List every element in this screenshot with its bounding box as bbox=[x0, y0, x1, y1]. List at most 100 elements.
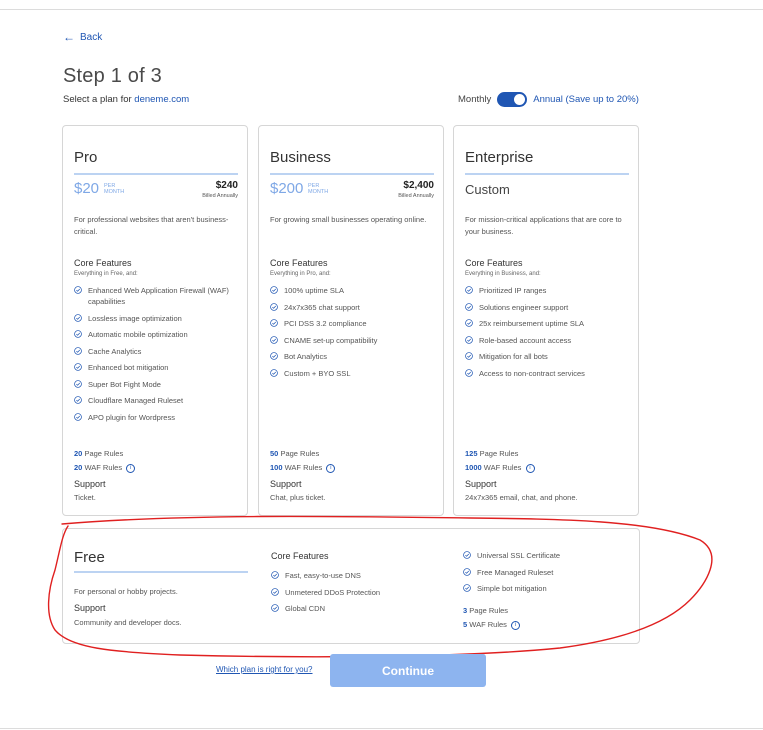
feature-item: Lossless image optimization bbox=[74, 313, 242, 324]
page-rules-label: Page Rules bbox=[469, 606, 509, 615]
feature-label: Lossless image optimization bbox=[88, 313, 182, 323]
feature-item: Unmetered DDoS Protection bbox=[271, 587, 441, 598]
plan-description: For mission-critical applications that a… bbox=[465, 215, 622, 236]
feature-item: Mitigation for all bots bbox=[465, 351, 633, 362]
subtitle-prefix: Select a plan for bbox=[63, 94, 135, 105]
core-features-subtitle: Everything in Pro, and: bbox=[270, 271, 331, 277]
feature-label: Automatic mobile optimization bbox=[88, 330, 188, 339]
check-circle-icon bbox=[74, 396, 82, 404]
back-label: Back bbox=[80, 31, 103, 43]
feature-item: 25x reimbursement uptime SLA bbox=[465, 318, 633, 329]
plan-card-free[interactable]: Free For personal or hobby projects. Sup… bbox=[62, 528, 640, 644]
feature-label: Fast, easy-to-use DNS bbox=[285, 571, 361, 580]
feature-label: Super Bot Fight Mode bbox=[88, 379, 161, 389]
rule-limits: 3 Page Rules 5 WAF Rules i bbox=[463, 604, 521, 632]
waf-rules-count: 5 bbox=[463, 620, 468, 629]
check-circle-icon bbox=[271, 604, 279, 612]
core-features-subtitle: Everything in Business, and: bbox=[465, 271, 541, 277]
page-rules: 50 Page Rules bbox=[270, 447, 335, 461]
monthly-label[interactable]: Monthly bbox=[458, 94, 491, 105]
feature-list: Enhanced Web Application Firewall (WAF) … bbox=[74, 285, 242, 428]
page-rules-count: 20 bbox=[74, 449, 83, 458]
price-unit: PER MONTH bbox=[104, 183, 124, 195]
annual-label[interactable]: Annual (Save up to 20%) bbox=[533, 94, 639, 105]
support-text: 24x7x365 email, chat, and phone. bbox=[465, 493, 578, 502]
plan-card-enterprise[interactable]: Enterprise Custom For mission-critical a… bbox=[453, 125, 639, 516]
arrow-left-icon: ← bbox=[63, 30, 75, 44]
feature-list: Universal SSL Certificate Free Managed R… bbox=[463, 550, 633, 600]
support-text: Chat, plus ticket. bbox=[270, 493, 326, 502]
switch-knob bbox=[514, 94, 526, 105]
check-circle-icon bbox=[465, 302, 473, 311]
which-plan-link[interactable]: Which plan is right for you? bbox=[216, 665, 313, 674]
check-circle-icon bbox=[270, 319, 278, 327]
price-unit: PER MONTH bbox=[308, 183, 328, 195]
info-icon[interactable]: i bbox=[326, 463, 336, 473]
feature-item: Free Managed Ruleset bbox=[463, 567, 633, 578]
feature-label: Enhanced bot mitigation bbox=[88, 363, 169, 372]
plan-card-business[interactable]: Business $200 PER MONTH $2,400 Billed Ann… bbox=[258, 125, 444, 516]
feature-item: Cloudflare Managed Ruleset bbox=[74, 395, 242, 406]
plan-card-pro[interactable]: Pro $20 PER MONTH $240 Billed Annually Fo… bbox=[62, 125, 248, 516]
feature-label: CNAME set-up compatibility bbox=[284, 335, 378, 345]
page-rules-label: Page Rules bbox=[280, 449, 320, 458]
rule-limits: 20 Page Rules 20 WAF Rules i bbox=[74, 447, 136, 475]
plan-divider bbox=[74, 571, 248, 573]
feature-label: Global CDN bbox=[285, 604, 326, 613]
check-circle-icon bbox=[463, 551, 471, 559]
info-icon[interactable]: i bbox=[525, 463, 535, 473]
plan-name: Pro bbox=[74, 149, 98, 166]
price-unit-month: MONTH bbox=[104, 189, 125, 195]
rule-limits: 125 Page Rules 1000 WAF Rules i bbox=[465, 447, 535, 475]
feature-item: Role-based account access bbox=[465, 335, 633, 346]
price-amount: $200 bbox=[270, 180, 304, 197]
info-icon[interactable]: i bbox=[511, 620, 521, 630]
feature-label: Mitigation for all bots bbox=[479, 352, 548, 361]
plan-name: Free bbox=[74, 549, 105, 566]
check-circle-icon bbox=[74, 330, 82, 338]
waf-rules: 1000 WAF Rules i bbox=[465, 461, 535, 475]
annual-price: $240 bbox=[215, 180, 238, 191]
feature-item: Fast, easy-to-use DNS bbox=[271, 570, 441, 581]
waf-rules-count: 100 bbox=[270, 463, 283, 472]
info-icon[interactable]: i bbox=[126, 463, 136, 473]
annual-note: Billed Annually bbox=[398, 193, 434, 199]
feature-label: Unmetered DDoS Protection bbox=[285, 587, 381, 597]
waf-rules-label: WAF Rules bbox=[84, 463, 123, 472]
check-circle-icon bbox=[463, 567, 471, 576]
feature-label: Role-based account access bbox=[479, 335, 572, 345]
feature-item: Universal SSL Certificate bbox=[463, 550, 633, 561]
page-rules-count: 3 bbox=[463, 606, 468, 615]
price-custom: Custom bbox=[465, 182, 510, 197]
billing-switch[interactable] bbox=[497, 92, 528, 107]
feature-label: Custom + BYO SSL bbox=[284, 368, 351, 378]
waf-rules-count: 1000 bbox=[465, 463, 482, 472]
feature-list: Fast, easy-to-use DNS Unmetered DDoS Pro… bbox=[271, 570, 441, 620]
feature-item: Access to non-contract services bbox=[465, 368, 633, 379]
check-circle-icon bbox=[270, 368, 278, 377]
check-circle-icon bbox=[270, 335, 278, 344]
waf-rules: 100 WAF Rules i bbox=[270, 461, 336, 475]
feature-label: Free Managed Ruleset bbox=[477, 567, 554, 577]
check-circle-icon bbox=[270, 352, 278, 360]
plan-name: Enterprise bbox=[465, 149, 534, 166]
page-subtitle: Select a plan for deneme.com bbox=[63, 94, 189, 105]
feature-label: 100% uptime SLA bbox=[284, 286, 345, 295]
support-title: Support bbox=[465, 479, 497, 489]
support-title: Support bbox=[74, 603, 106, 613]
price-row: $200 PER MONTH $2,400 Billed Annually bbox=[270, 180, 434, 202]
price-row: $20 PER MONTH $240 Billed Annually bbox=[74, 180, 238, 202]
plan-divider bbox=[465, 173, 629, 175]
feature-item: PCI DSS 3.2 compliance bbox=[270, 318, 438, 329]
feature-label: Prioritized IP ranges bbox=[479, 286, 547, 295]
continue-button[interactable]: Continue bbox=[330, 654, 486, 687]
feature-item: Enhanced Web Application Firewall (WAF) … bbox=[74, 285, 242, 307]
feature-item: Cache Analytics bbox=[74, 346, 242, 357]
waf-rules-count: 20 bbox=[74, 463, 83, 472]
page-rules: 125 Page Rules bbox=[465, 447, 535, 461]
check-circle-icon bbox=[465, 335, 473, 344]
annual-note: Billed Annually bbox=[202, 193, 238, 199]
back-link[interactable]: ← Back bbox=[63, 31, 102, 43]
feature-label: APO plugin for Wordpress bbox=[88, 412, 175, 422]
feature-item: Super Bot Fight Mode bbox=[74, 379, 242, 390]
